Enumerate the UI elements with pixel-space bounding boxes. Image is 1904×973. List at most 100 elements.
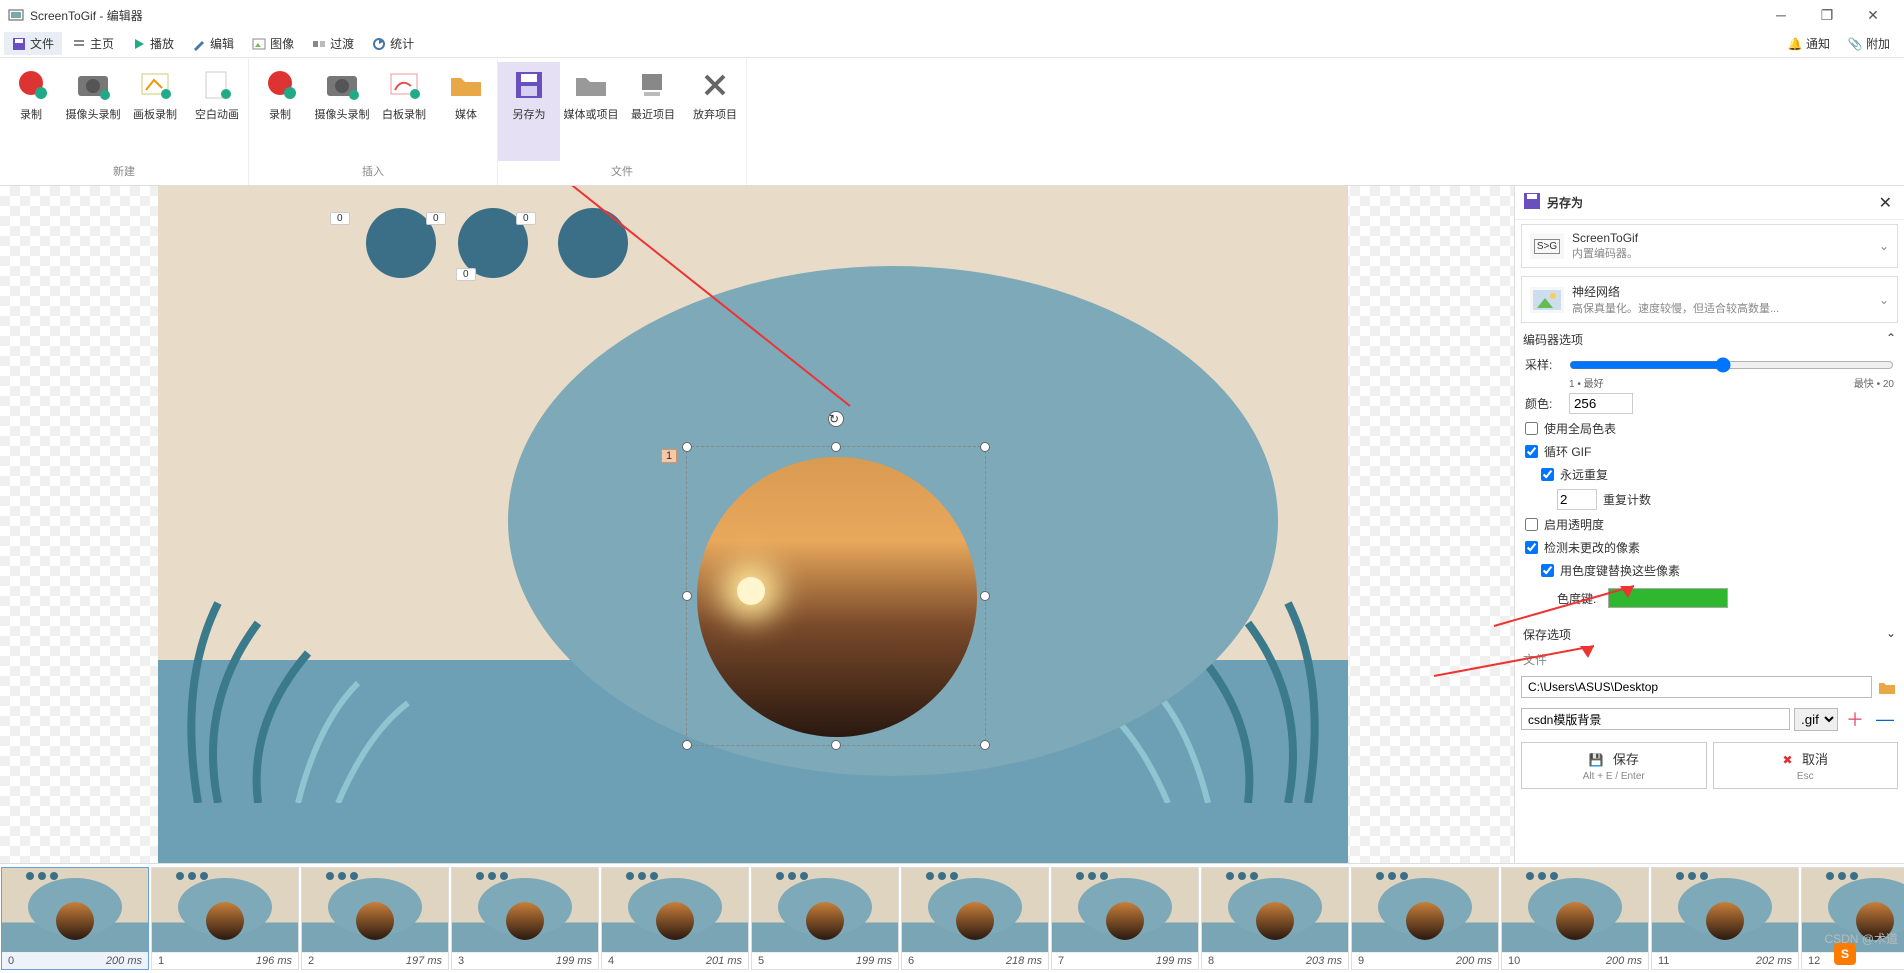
transparency-checkbox[interactable] [1525, 518, 1538, 531]
resize-handle[interactable] [682, 442, 692, 452]
folder-zip-icon [572, 66, 610, 104]
minimize-button[interactable]: ─ [1758, 0, 1804, 30]
colors-label: 颜色: [1525, 395, 1569, 412]
sampling-slider[interactable] [1569, 357, 1894, 373]
ribbon-save-as[interactable]: 另存为 [498, 62, 560, 161]
frame-index: 0 [8, 955, 14, 967]
timeline-frame[interactable]: 6218 ms [901, 867, 1049, 970]
panel-close-button[interactable]: ✕ [1875, 193, 1896, 213]
timeline-frame[interactable]: 2197 ms [301, 867, 449, 970]
save-button[interactable]: 💾 保存 Alt + E / Enter [1521, 742, 1707, 789]
timeline-frame[interactable]: 9200 ms [1351, 867, 1499, 970]
selection-box[interactable]: ↻ 1 [686, 446, 986, 746]
encoder-icon: S>G [1530, 233, 1564, 259]
extension-select[interactable]: .gif [1794, 708, 1838, 731]
frame-index: 11 [1658, 955, 1669, 967]
ribbon-camera[interactable]: 摄像头录制 [62, 62, 124, 161]
timeline-frame[interactable]: 8203 ms [1201, 867, 1349, 970]
ribbon-recent[interactable]: 最近项目 [622, 62, 684, 161]
frame-timeline[interactable]: 0200 ms 1 196 ms 2197 ms3199 ms4201 ms5199 … [0, 863, 1904, 973]
window-title: ScreenToGif - 编辑器 [30, 7, 1758, 24]
folder-icon [447, 66, 485, 104]
global-palette-checkbox[interactable] [1525, 422, 1538, 435]
preset-selector[interactable]: 神经网络高保真量化。速度较慢，但适合较高数量... ⌄ [1521, 276, 1898, 323]
blank-icon [198, 66, 236, 104]
frame-delay: 218 ms [1006, 955, 1042, 967]
timeline-frame[interactable]: 10200 ms [1501, 867, 1649, 970]
detect-unchanged-checkbox[interactable] [1525, 541, 1538, 554]
timeline-frame[interactable]: 3199 ms [451, 867, 599, 970]
ime-indicator: S [1834, 943, 1856, 965]
encoder-selector[interactable]: S>G ScreenToGif内置编码器。 ⌄ [1521, 224, 1898, 268]
loop-gif-checkbox[interactable] [1525, 445, 1538, 458]
browse-folder-button[interactable] [1876, 676, 1898, 698]
repeat-forever-checkbox[interactable] [1541, 468, 1554, 481]
maximize-button[interactable]: ❐ [1804, 0, 1850, 30]
resize-handle[interactable] [980, 591, 990, 601]
inserted-image[interactable] [697, 457, 977, 737]
frame-index: 12 [1808, 955, 1820, 967]
colors-input[interactable] [1569, 393, 1633, 414]
save-as-panel: 另存为 ✕ S>G ScreenToGif内置编码器。 ⌄ 神经网络高保真量化。… [1514, 186, 1904, 863]
frame-delay: 201 ms [706, 955, 742, 967]
resize-handle[interactable] [980, 740, 990, 750]
object-badge: 0 [456, 268, 476, 281]
ribbon-board[interactable]: 画板录制 [124, 62, 186, 161]
timeline-frame[interactable]: 0200 ms [1, 867, 149, 970]
timeline-frame[interactable]: 11 202 ms [1651, 867, 1799, 970]
remove-preset-button[interactable]: — [1872, 709, 1898, 730]
menubar: 文件 主页 播放 编辑 图像 过渡 统计 🔔 通知 📎 附加 [0, 30, 1904, 58]
tab-play[interactable]: 播放 [124, 32, 182, 55]
attach-button[interactable]: 📎 附加 [1840, 32, 1898, 55]
section-save-options[interactable]: 保存选项⌄ [1515, 622, 1904, 647]
ribbon-blank[interactable]: 空白动画 [186, 62, 248, 161]
object-badge: 0 [330, 212, 350, 225]
timeline-frame[interactable]: 4201 ms [601, 867, 749, 970]
chroma-replace-checkbox[interactable] [1541, 564, 1554, 577]
resize-handle[interactable] [831, 740, 841, 750]
ribbon-record2[interactable]: 录制 [249, 62, 311, 161]
canvas-frame: 0 0 0 0 ↻ 1 [158, 186, 1348, 863]
ribbon-discard[interactable]: 放弃项目 [684, 62, 746, 161]
resize-handle[interactable] [682, 740, 692, 750]
tab-file[interactable]: 文件 [4, 32, 62, 55]
transition-icon [312, 37, 326, 51]
record-icon [12, 66, 50, 104]
resize-handle[interactable] [682, 591, 692, 601]
ribbon-media[interactable]: 媒体 [435, 62, 497, 161]
panel-header: 另存为 ✕ [1515, 186, 1904, 220]
ribbon-camera2[interactable]: 摄像头录制 [311, 62, 373, 161]
rotate-handle[interactable]: ↻ [828, 411, 844, 427]
resize-handle[interactable] [980, 442, 990, 452]
frame-index: 3 [458, 955, 464, 967]
ribbon-whiteboard[interactable]: 白板录制 [373, 62, 435, 161]
bell-icon: 🔔 [1788, 37, 1802, 51]
tab-edit[interactable]: 编辑 [184, 32, 242, 55]
ribbon-record[interactable]: 录制 [0, 62, 62, 161]
canvas-dot [558, 208, 628, 278]
canvas-area[interactable]: 0 0 0 0 ↻ 1 [0, 186, 1514, 863]
tab-home[interactable]: 主页 [64, 32, 122, 55]
timeline-frame[interactable]: 5199 ms [751, 867, 899, 970]
resize-handle[interactable] [831, 442, 841, 452]
repeat-count-input[interactable] [1557, 489, 1597, 510]
filename-input[interactable] [1521, 708, 1790, 730]
section-encoder-options[interactable]: 编码器选项⌃ [1515, 327, 1904, 352]
tab-stats[interactable]: 统计 [364, 32, 422, 55]
camera-icon [74, 66, 112, 104]
notify-button[interactable]: 🔔 通知 [1780, 32, 1838, 55]
add-preset-button[interactable]: ＋ [1842, 706, 1868, 732]
cancel-button[interactable]: ✖ 取消 Esc [1713, 742, 1899, 789]
chroma-color-swatch[interactable] [1608, 588, 1728, 608]
ribbon-media-or-project[interactable]: 媒体或项目 [560, 62, 622, 161]
frame-index: 1 [158, 955, 164, 967]
timeline-frame[interactable]: 7199 ms [1051, 867, 1199, 970]
tab-transition[interactable]: 过渡 [304, 32, 362, 55]
save-path-input[interactable] [1521, 676, 1872, 698]
frame-delay: 196 ms [256, 955, 292, 967]
close-button[interactable]: ✕ [1850, 0, 1896, 30]
frame-index: 8 [1208, 955, 1214, 967]
frame-delay: 202 ms [1756, 955, 1792, 967]
tab-image[interactable]: 图像 [244, 32, 302, 55]
timeline-frame[interactable]: 1 196 ms [151, 867, 299, 970]
